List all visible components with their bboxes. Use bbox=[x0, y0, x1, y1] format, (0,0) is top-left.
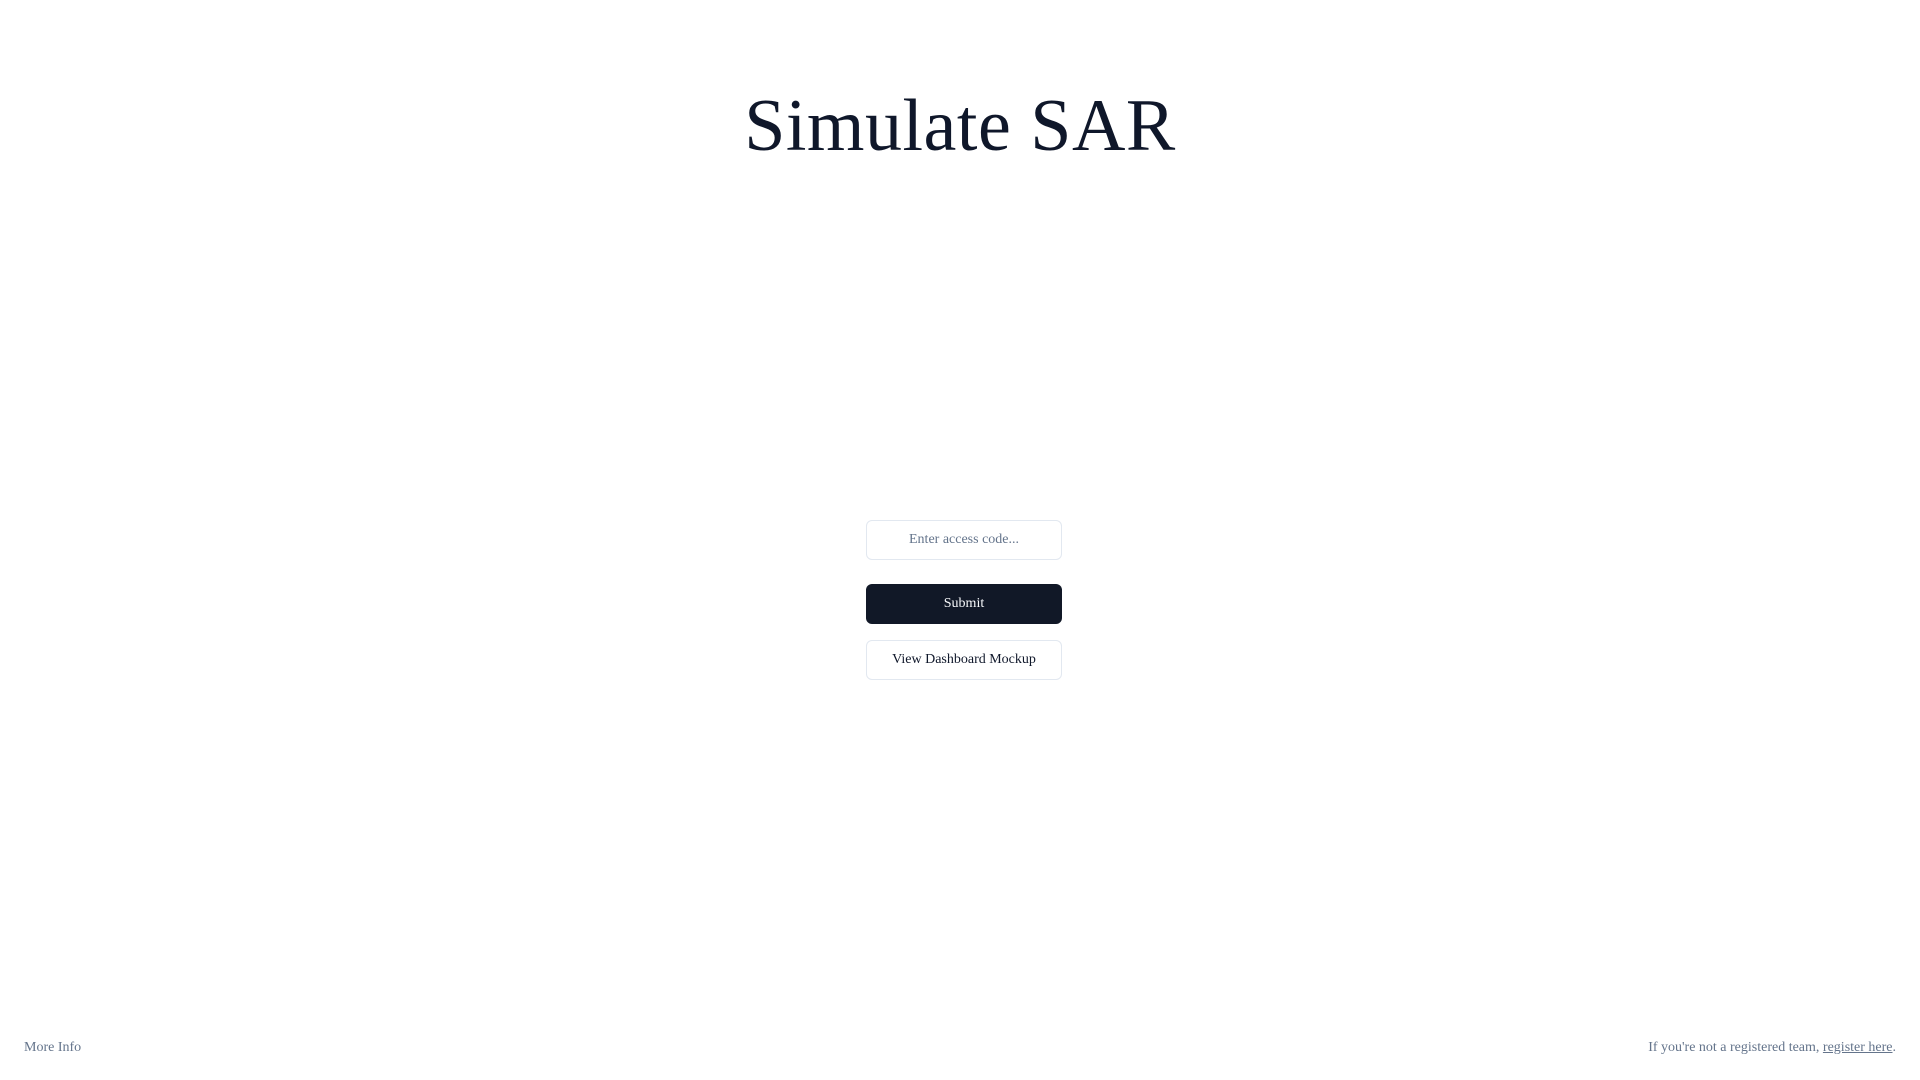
login-page: Simulate SAR Submit View Dashboard Mocku… bbox=[0, 0, 1920, 1080]
more-info-link[interactable]: More Info bbox=[24, 1040, 81, 1056]
view-dashboard-mockup-button[interactable]: View Dashboard Mockup bbox=[866, 640, 1062, 680]
submit-button[interactable]: Submit bbox=[866, 584, 1062, 624]
register-notice-text: If you're not a registered team, bbox=[1648, 1040, 1823, 1055]
register-notice: If you're not a registered team, registe… bbox=[1648, 1040, 1896, 1056]
register-link[interactable]: register here bbox=[1823, 1040, 1893, 1055]
page-title: Simulate SAR bbox=[744, 85, 1176, 167]
access-form: Submit View Dashboard Mockup bbox=[866, 520, 1062, 680]
access-code-input[interactable] bbox=[866, 520, 1062, 560]
register-notice-suffix: . bbox=[1892, 1040, 1897, 1055]
